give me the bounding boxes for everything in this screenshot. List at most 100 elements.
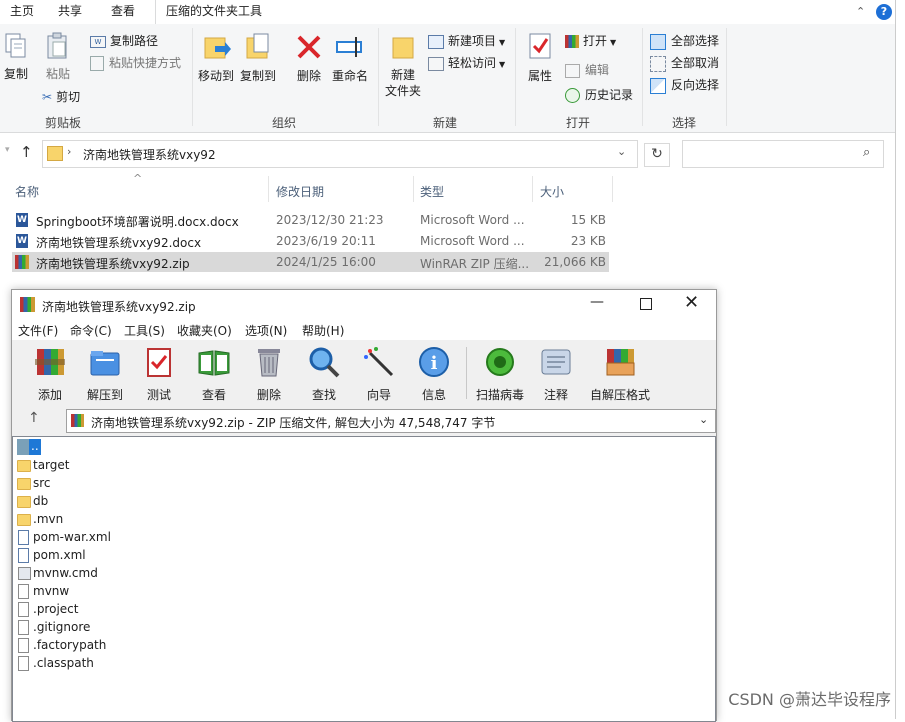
column-header-name[interactable]: 名称	[15, 183, 39, 200]
address-bar-row: ▾ ↑ › 济南地铁管理系统vxy92 ⌄ ↻ ⌕	[0, 137, 895, 171]
paste-button[interactable]: 粘贴	[43, 32, 73, 82]
cut-button[interactable]: ✂ 剪切	[42, 88, 80, 105]
paste-shortcut-button[interactable]: 粘贴快捷方式	[90, 54, 181, 71]
new-folder-button[interactable]: 新建 文件夹	[383, 32, 423, 99]
search-input[interactable]: ⌕	[682, 140, 884, 168]
easy-access-button[interactable]: 轻松访问 ▼	[428, 54, 505, 71]
find-button[interactable]: 查找	[299, 345, 349, 403]
open-button[interactable]: 打开 ▼	[565, 32, 616, 49]
close-icon[interactable]: ✕	[684, 292, 699, 313]
new-item-button[interactable]: 新建项目 ▼	[428, 32, 505, 49]
tab-share-label: 共享	[58, 4, 83, 18]
winrar-app-icon	[20, 297, 35, 312]
tab-home[interactable]: 主页	[0, 0, 47, 24]
info-button[interactable]: i 信息	[409, 345, 459, 403]
edit-button[interactable]: 编辑	[565, 61, 609, 78]
virus-scan-button[interactable]: 扫描病毒	[474, 345, 526, 403]
folder-icon	[17, 460, 31, 472]
scissors-icon: ✂	[42, 90, 53, 104]
sfx-icon	[606, 349, 635, 376]
nav-dropdown-icon[interactable]: ▾	[5, 145, 10, 155]
entry-name: src	[33, 476, 51, 490]
refresh-icon[interactable]: ↻	[644, 143, 670, 167]
copy-path-icon: W	[90, 35, 106, 48]
file-row[interactable]: W 济南地铁管理系统vxy92.docx 2023/6/19 20:11 Mic…	[12, 231, 609, 251]
new-folder-icon	[392, 37, 414, 59]
up-arrow-icon[interactable]: ↑	[20, 143, 33, 161]
delete-label: 删除	[296, 69, 321, 83]
view-button[interactable]: 查看	[189, 345, 239, 403]
comment-button[interactable]: 注释	[531, 345, 581, 403]
properties-button[interactable]: 属性	[524, 32, 556, 84]
wizard-button[interactable]: 向导	[354, 345, 404, 403]
menu-commands[interactable]: 命令(C)	[70, 322, 112, 339]
invert-selection-button[interactable]: 反向选择	[650, 76, 719, 94]
comment-label: 注释	[543, 388, 568, 402]
move-to-label: 移动到	[197, 69, 234, 83]
file-type: Microsoft Word ...	[420, 234, 525, 248]
virus-scan-label: 扫描病毒	[475, 388, 524, 402]
organize-group-label: 组织	[272, 116, 297, 130]
column-divider[interactable]	[413, 176, 414, 202]
column-header-date[interactable]: 修改日期	[276, 183, 324, 200]
parent-dir-label: ..	[29, 439, 41, 455]
address-path[interactable]: 济南地铁管理系统vxy92	[83, 146, 216, 163]
extract-to-button[interactable]: 解压到	[80, 345, 130, 403]
edit-icon	[565, 63, 580, 78]
entry-name: .project	[33, 602, 79, 616]
delete-archive-button[interactable]: 删除	[244, 345, 294, 403]
address-box[interactable]: › 济南地铁管理系统vxy92 ⌄	[42, 140, 638, 168]
file-icon	[18, 656, 29, 671]
select-none-button[interactable]: 全部取消	[650, 54, 719, 72]
copy-button[interactable]: 复制	[2, 32, 30, 82]
tab-view[interactable]: 查看	[101, 0, 145, 24]
move-to-button[interactable]: 移动到	[197, 32, 235, 84]
entry-name: .mvn	[33, 512, 64, 526]
delete-button[interactable]: 删除	[292, 32, 326, 84]
test-button[interactable]: 测试	[134, 345, 184, 403]
sfx-button[interactable]: 自解压格式	[588, 345, 652, 403]
easy-access-icon	[428, 56, 444, 71]
menu-file[interactable]: 文件(F)	[18, 322, 58, 339]
menu-favorites[interactable]: 收藏夹(O)	[177, 322, 232, 339]
menu-tools[interactable]: 工具(S)	[124, 322, 165, 339]
add-button[interactable]: 添加	[25, 345, 75, 403]
archive-path-box[interactable]: 济南地铁管理系统vxy92.zip - ZIP 压缩文件, 解包大小为 47,5…	[66, 409, 716, 433]
address-dropdown-icon[interactable]: ⌄	[617, 145, 626, 158]
sort-indicator-icon: ^	[133, 172, 143, 185]
path-dropdown-icon[interactable]: ⌄	[699, 413, 708, 426]
add-label: 添加	[37, 388, 62, 402]
file-date: 2024/1/25 16:00	[276, 255, 376, 269]
select-all-button[interactable]: 全部选择	[650, 32, 719, 50]
rename-button[interactable]: 重命名	[330, 32, 370, 84]
extract-to-icon	[90, 351, 120, 376]
ribbon-collapse-icon[interactable]: ⌃	[856, 5, 865, 18]
entry-name: pom-war.xml	[33, 530, 111, 544]
help-icon[interactable]: ?	[876, 4, 892, 20]
copy-to-button[interactable]: 复制到	[239, 32, 277, 84]
maximize-icon[interactable]	[640, 298, 652, 310]
file-icon	[18, 620, 29, 635]
column-header-type[interactable]: 类型	[420, 183, 444, 200]
file-name: 济南地铁管理系统vxy92.docx	[36, 236, 202, 250]
tab-share[interactable]: 共享	[48, 0, 92, 24]
column-header-size[interactable]: 大小	[540, 183, 564, 200]
paste-label: 粘贴	[45, 67, 70, 81]
copy-path-button[interactable]: W 复制路径	[90, 32, 158, 49]
xml-file-icon	[18, 530, 29, 545]
dropdown-arrow-icon: ▼	[499, 60, 506, 69]
minimize-icon[interactable]: —	[590, 294, 604, 310]
up-folder-icon[interactable]: ↑	[28, 410, 40, 426]
invert-selection-label: 反向选择	[671, 78, 720, 92]
history-button[interactable]: 历史记录	[565, 86, 633, 103]
background-window-edge	[895, 0, 905, 719]
menu-options[interactable]: 选项(N)	[245, 322, 287, 339]
file-row[interactable]: W Springboot环境部署说明.docx.docx 2023/12/30 …	[12, 210, 609, 230]
column-divider[interactable]	[532, 176, 533, 202]
menu-help[interactable]: 帮助(H)	[302, 322, 344, 339]
column-divider[interactable]	[612, 176, 613, 202]
winrar-title-bar[interactable]: 济南地铁管理系统vxy92.zip — ✕	[12, 290, 716, 320]
tab-compressed-tools[interactable]: 压缩的文件夹工具	[155, 0, 272, 24]
column-divider[interactable]	[268, 176, 269, 202]
file-row-selected[interactable]: 济南地铁管理系统vxy92.zip 2024/1/25 16:00 WinRAR…	[12, 252, 609, 272]
